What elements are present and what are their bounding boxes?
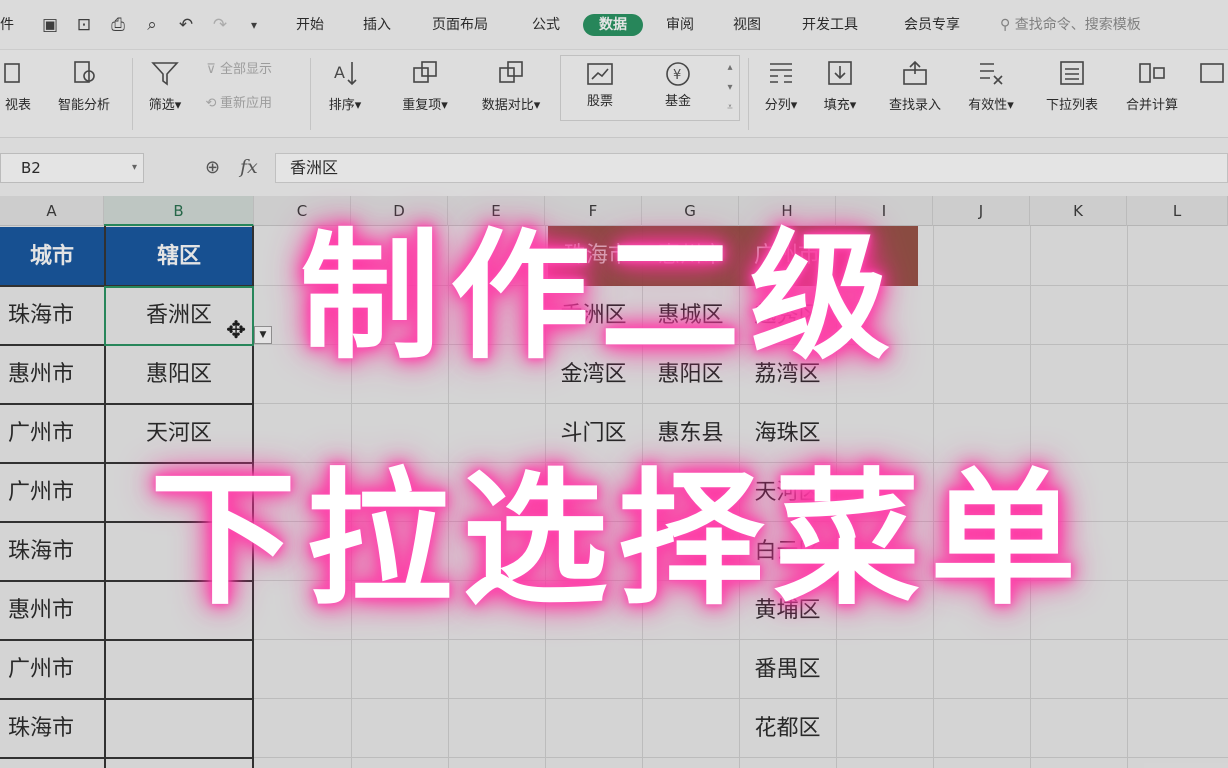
- ribbon-separator: [748, 58, 749, 130]
- zoom-icon[interactable]: ⊕: [205, 157, 220, 178]
- cell-a9[interactable]: 珠海市: [0, 699, 82, 758]
- fill-button[interactable]: 填充▾: [814, 56, 866, 126]
- customize-quick-access-icon[interactable]: ▾: [242, 13, 266, 37]
- formula-bar: B2 ▾ ⊕ fx 香洲区: [0, 148, 1228, 188]
- validity-label: 有效性: [968, 98, 1008, 113]
- menu-formulas[interactable]: 公式: [522, 14, 570, 36]
- cell-a6[interactable]: 珠海市: [0, 522, 82, 581]
- cell-a3[interactable]: 惠州市: [0, 345, 82, 404]
- cell-h9[interactable]: 花都区: [739, 699, 836, 758]
- undo-icon[interactable]: ↶: [174, 13, 198, 37]
- crosshair-cursor-icon: ✥: [226, 316, 247, 344]
- cell-a1-header[interactable]: 城市: [0, 227, 104, 286]
- column-header-a[interactable]: A: [0, 196, 104, 226]
- menu-insert[interactable]: 插入: [353, 14, 401, 36]
- menu-page-layout[interactable]: 页面布局: [420, 14, 500, 36]
- cell-a8[interactable]: 广州市: [0, 640, 82, 699]
- search-icon: ⚲: [1000, 17, 1011, 33]
- record-icon: [1200, 63, 1224, 83]
- overlay-title-line-2: 下拉选择菜单: [150, 455, 1086, 625]
- split-column-label: 分列: [764, 98, 791, 113]
- lookup-entry-button[interactable]: 查找录入: [880, 56, 950, 126]
- cell-a2[interactable]: 珠海市: [0, 286, 82, 345]
- dropdown-list-button[interactable]: 下拉列表: [1036, 56, 1108, 126]
- spreadsheet-window: 件 ▣ ⊡ ⎙ ⌕ ↶ ↷ ▾ 开始 插入 页面布局 公式 数据 审阅 视图 开…: [0, 0, 1228, 768]
- split-column-dropdown-icon: ▾: [790, 98, 798, 113]
- save-icon[interactable]: ▣: [38, 13, 62, 37]
- menu-home[interactable]: 开始: [286, 14, 334, 36]
- dropdown-list-label: 下拉列表: [1045, 98, 1098, 113]
- fx-icon[interactable]: fx: [240, 156, 258, 178]
- consolidate-button[interactable]: 合并计算: [1116, 56, 1188, 126]
- menu-view[interactable]: 视图: [723, 14, 771, 36]
- menu-member[interactable]: 会员专享: [892, 14, 972, 36]
- validity-dropdown-icon: ▾: [1007, 98, 1014, 113]
- lookup-entry-label: 查找录入: [888, 98, 941, 113]
- cell-a7[interactable]: 惠州市: [0, 581, 82, 640]
- cell-a5[interactable]: 广州市: [0, 463, 82, 522]
- ribbon-right-group: 分列▾ 填充▾ 查找录入 有效性▾ 下拉列表 合并计算: [0, 50, 1228, 138]
- column-header-b[interactable]: B: [104, 196, 254, 226]
- name-box-dropdown-icon[interactable]: ▾: [132, 154, 137, 182]
- export-icon[interactable]: ⊡: [72, 13, 96, 37]
- menu-bar: 件 ▣ ⊡ ⎙ ⌕ ↶ ↷ ▾ 开始 插入 页面布局 公式 数据 审阅 视图 开…: [0, 0, 1228, 50]
- consolidate-label: 合并计算: [1125, 98, 1178, 113]
- lookup-entry-icon: [903, 60, 927, 85]
- dropdown-list-icon: [1060, 61, 1084, 85]
- cell-dropdown-button[interactable]: ▼: [254, 326, 272, 344]
- column-header-k[interactable]: K: [1030, 196, 1127, 226]
- formula-input[interactable]: 香洲区: [275, 153, 1228, 183]
- fill-label: 填充: [823, 98, 850, 113]
- command-search[interactable]: ⚲ 查找命令、搜索模板: [1000, 14, 1141, 36]
- name-box-value: B2: [21, 159, 41, 177]
- gridline: [1127, 226, 1128, 768]
- fill-down-icon: [828, 61, 852, 85]
- split-column-icon: [770, 63, 792, 83]
- menu-file-truncated[interactable]: 件: [0, 14, 14, 36]
- column-header-j[interactable]: J: [933, 196, 1030, 226]
- menu-developer[interactable]: 开发工具: [790, 14, 870, 36]
- cell-h8[interactable]: 番禺区: [739, 640, 836, 699]
- cell-b3[interactable]: 惠阳区: [105, 345, 253, 404]
- overlay-title-line-1: 制作二级: [300, 216, 901, 379]
- menu-data[interactable]: 数据: [583, 14, 643, 36]
- menu-review[interactable]: 审阅: [656, 14, 704, 36]
- print-preview-icon[interactable]: ⌕: [140, 13, 164, 37]
- command-search-placeholder: 查找命令、搜索模板: [1014, 17, 1141, 33]
- print-icon[interactable]: ⎙: [106, 13, 130, 37]
- fill-dropdown-icon: ▾: [849, 98, 857, 113]
- column-header-l[interactable]: L: [1127, 196, 1228, 226]
- more-tools-partial[interactable]: [1196, 56, 1228, 126]
- dropdown-arrow-icon: ▼: [259, 330, 267, 340]
- cell-b1-header[interactable]: 辖区: [105, 227, 253, 286]
- cell-a4[interactable]: 广州市: [0, 404, 82, 463]
- split-column-button[interactable]: 分列▾: [756, 56, 806, 126]
- consolidate-icon: [1139, 63, 1165, 83]
- redo-icon[interactable]: ↷: [208, 13, 232, 37]
- name-box[interactable]: B2 ▾: [0, 153, 144, 183]
- validity-icon: [980, 63, 1003, 85]
- validity-button[interactable]: 有效性▾: [958, 56, 1024, 126]
